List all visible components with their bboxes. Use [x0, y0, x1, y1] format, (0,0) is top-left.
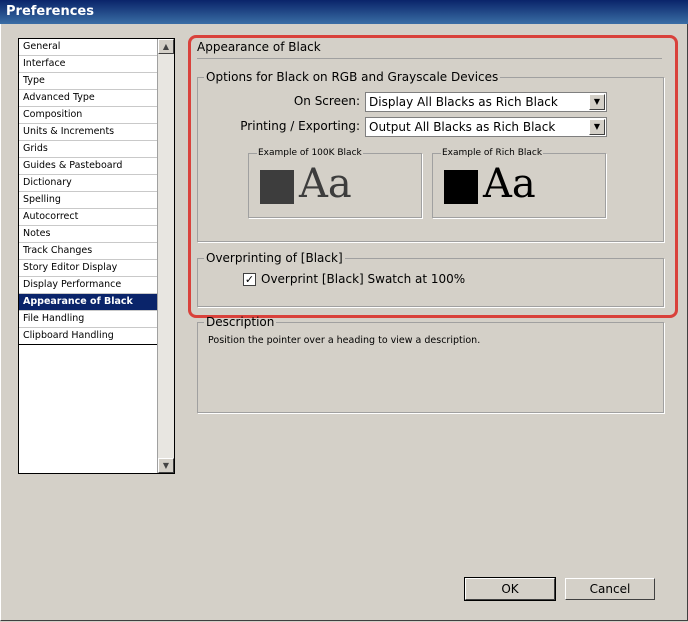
overprint-checkbox[interactable]: ✓ [243, 273, 256, 286]
category-item[interactable]: Interface [19, 56, 159, 73]
category-item[interactable]: Clipboard Handling [19, 328, 159, 345]
chevron-down-icon[interactable]: ▼ [589, 119, 605, 135]
example-100k-label: Example of 100K Black [258, 148, 362, 158]
category-item[interactable]: Dictionary [19, 175, 159, 192]
category-item[interactable]: Guides & Pasteboard [19, 158, 159, 175]
category-item[interactable]: Track Changes [19, 243, 159, 260]
category-item[interactable]: General [19, 39, 159, 56]
example-rich-black: Example of Rich Black Aa [432, 148, 606, 218]
chevron-down-icon[interactable]: ▼ [589, 94, 605, 110]
on-screen-label: On Screen: [293, 94, 360, 108]
sample-text-rich: Aa [483, 161, 536, 207]
description-group: Description [197, 315, 664, 413]
cancel-button[interactable]: Cancel [565, 578, 655, 600]
window-title: Preferences [6, 4, 94, 19]
category-item[interactable]: Advanced Type [19, 90, 159, 107]
options-group-legend: Options for Black on RGB and Grayscale D… [206, 70, 499, 84]
category-item[interactable]: Units & Increments [19, 124, 159, 141]
category-item[interactable]: Type [19, 73, 159, 90]
scroll-down-arrow-icon[interactable]: ▼ [158, 458, 174, 473]
panel-title: Appearance of Black [197, 40, 321, 54]
description-legend: Description [206, 315, 275, 329]
category-list[interactable]: General Interface Type Advanced Type Composi… [18, 38, 175, 474]
category-item[interactable]: Appearance of Black [19, 294, 159, 311]
printing-exporting-label: Printing / Exporting: [240, 119, 360, 133]
swatch-rich-black [444, 170, 478, 204]
panel-title-divider [197, 58, 662, 59]
category-item[interactable]: Spelling [19, 192, 159, 209]
printing-exporting-dropdown[interactable]: Output All Blacks as Rich Black ▼ [365, 117, 607, 137]
on-screen-dropdown[interactable]: Display All Blacks as Rich Black ▼ [365, 92, 607, 112]
overprint-checkbox-label[interactable]: Overprint [Black] Swatch at 100% [261, 272, 465, 286]
category-item[interactable]: Grids [19, 141, 159, 158]
sample-text-100k: Aa [299, 161, 352, 207]
overprint-group-legend: Overprinting of [Black] [206, 251, 343, 265]
ok-button[interactable]: OK [464, 577, 556, 601]
example-rich-label: Example of Rich Black [442, 148, 543, 158]
category-item[interactable]: File Handling [19, 311, 159, 328]
category-item[interactable]: Notes [19, 226, 159, 243]
title-bar: Preferences [0, 0, 688, 24]
category-items: General Interface Type Advanced Type Composi… [19, 39, 159, 345]
category-scrollbar[interactable]: ▲ ▼ [157, 39, 174, 473]
swatch-100k-black [260, 170, 294, 204]
category-item[interactable]: Composition [19, 107, 159, 124]
on-screen-value: Display All Blacks as Rich Black [369, 95, 558, 109]
scroll-up-arrow-icon[interactable]: ▲ [158, 39, 174, 54]
printing-exporting-value: Output All Blacks as Rich Black [369, 120, 556, 134]
category-item[interactable]: Display Performance [19, 277, 159, 294]
category-item[interactable]: Autocorrect [19, 209, 159, 226]
example-100k-black: Example of 100K Black Aa [248, 148, 422, 218]
description-text: Position the pointer over a heading to v… [208, 335, 481, 346]
category-item[interactable]: Story Editor Display [19, 260, 159, 277]
